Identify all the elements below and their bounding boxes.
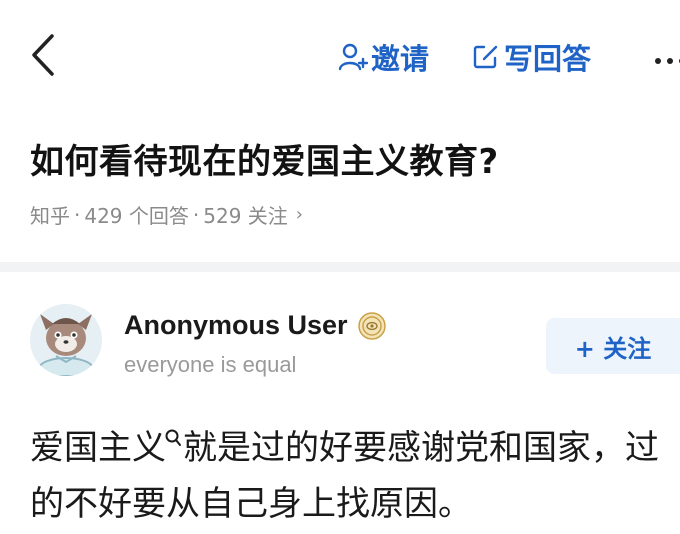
invite-button[interactable]: 邀请: [338, 36, 429, 78]
meta-separator: ·: [74, 202, 81, 227]
question-title[interactable]: 如何看待现在的爱国主义教育?: [30, 134, 499, 183]
chevron-right-icon: ›: [295, 204, 303, 225]
more-icon[interactable]: [652, 52, 680, 64]
answer-content[interactable]: 爱国主义 就是过的好要感谢党和国家，过的不好要从自己身上找原因。: [30, 420, 660, 532]
invite-user-icon: [338, 43, 368, 71]
answer-text-keyword[interactable]: 爱国主义: [30, 428, 166, 468]
write-answer-button[interactable]: 写回答: [471, 36, 591, 78]
top-actions: 邀请 写回答: [338, 34, 591, 80]
question-meta[interactable]: 知乎 · 429 个回答 · 529 关注 ›: [30, 200, 307, 229]
answer-count: 429 个回答: [84, 204, 189, 228]
search-icon[interactable]: [164, 428, 182, 450]
follow-button[interactable]: + 关注: [546, 318, 680, 374]
write-answer-label: 写回答: [504, 42, 592, 76]
section-divider: [0, 262, 680, 272]
meta-separator: ·: [192, 202, 200, 227]
top-bar: 邀请 写回答: [0, 0, 680, 110]
avatar[interactable]: [30, 304, 102, 376]
invite-label: 邀请: [371, 42, 430, 76]
back-icon[interactable]: [28, 32, 62, 78]
author-name-text: Anonymous User: [124, 310, 348, 340]
follower-count: 529 关注: [203, 204, 288, 228]
site-name: 知乎: [30, 204, 70, 228]
edit-icon: [473, 45, 498, 69]
author-bio: everyone is equal: [124, 352, 297, 377]
author-name[interactable]: Anonymous User: [124, 310, 386, 341]
verified-badge-icon: [357, 311, 386, 340]
